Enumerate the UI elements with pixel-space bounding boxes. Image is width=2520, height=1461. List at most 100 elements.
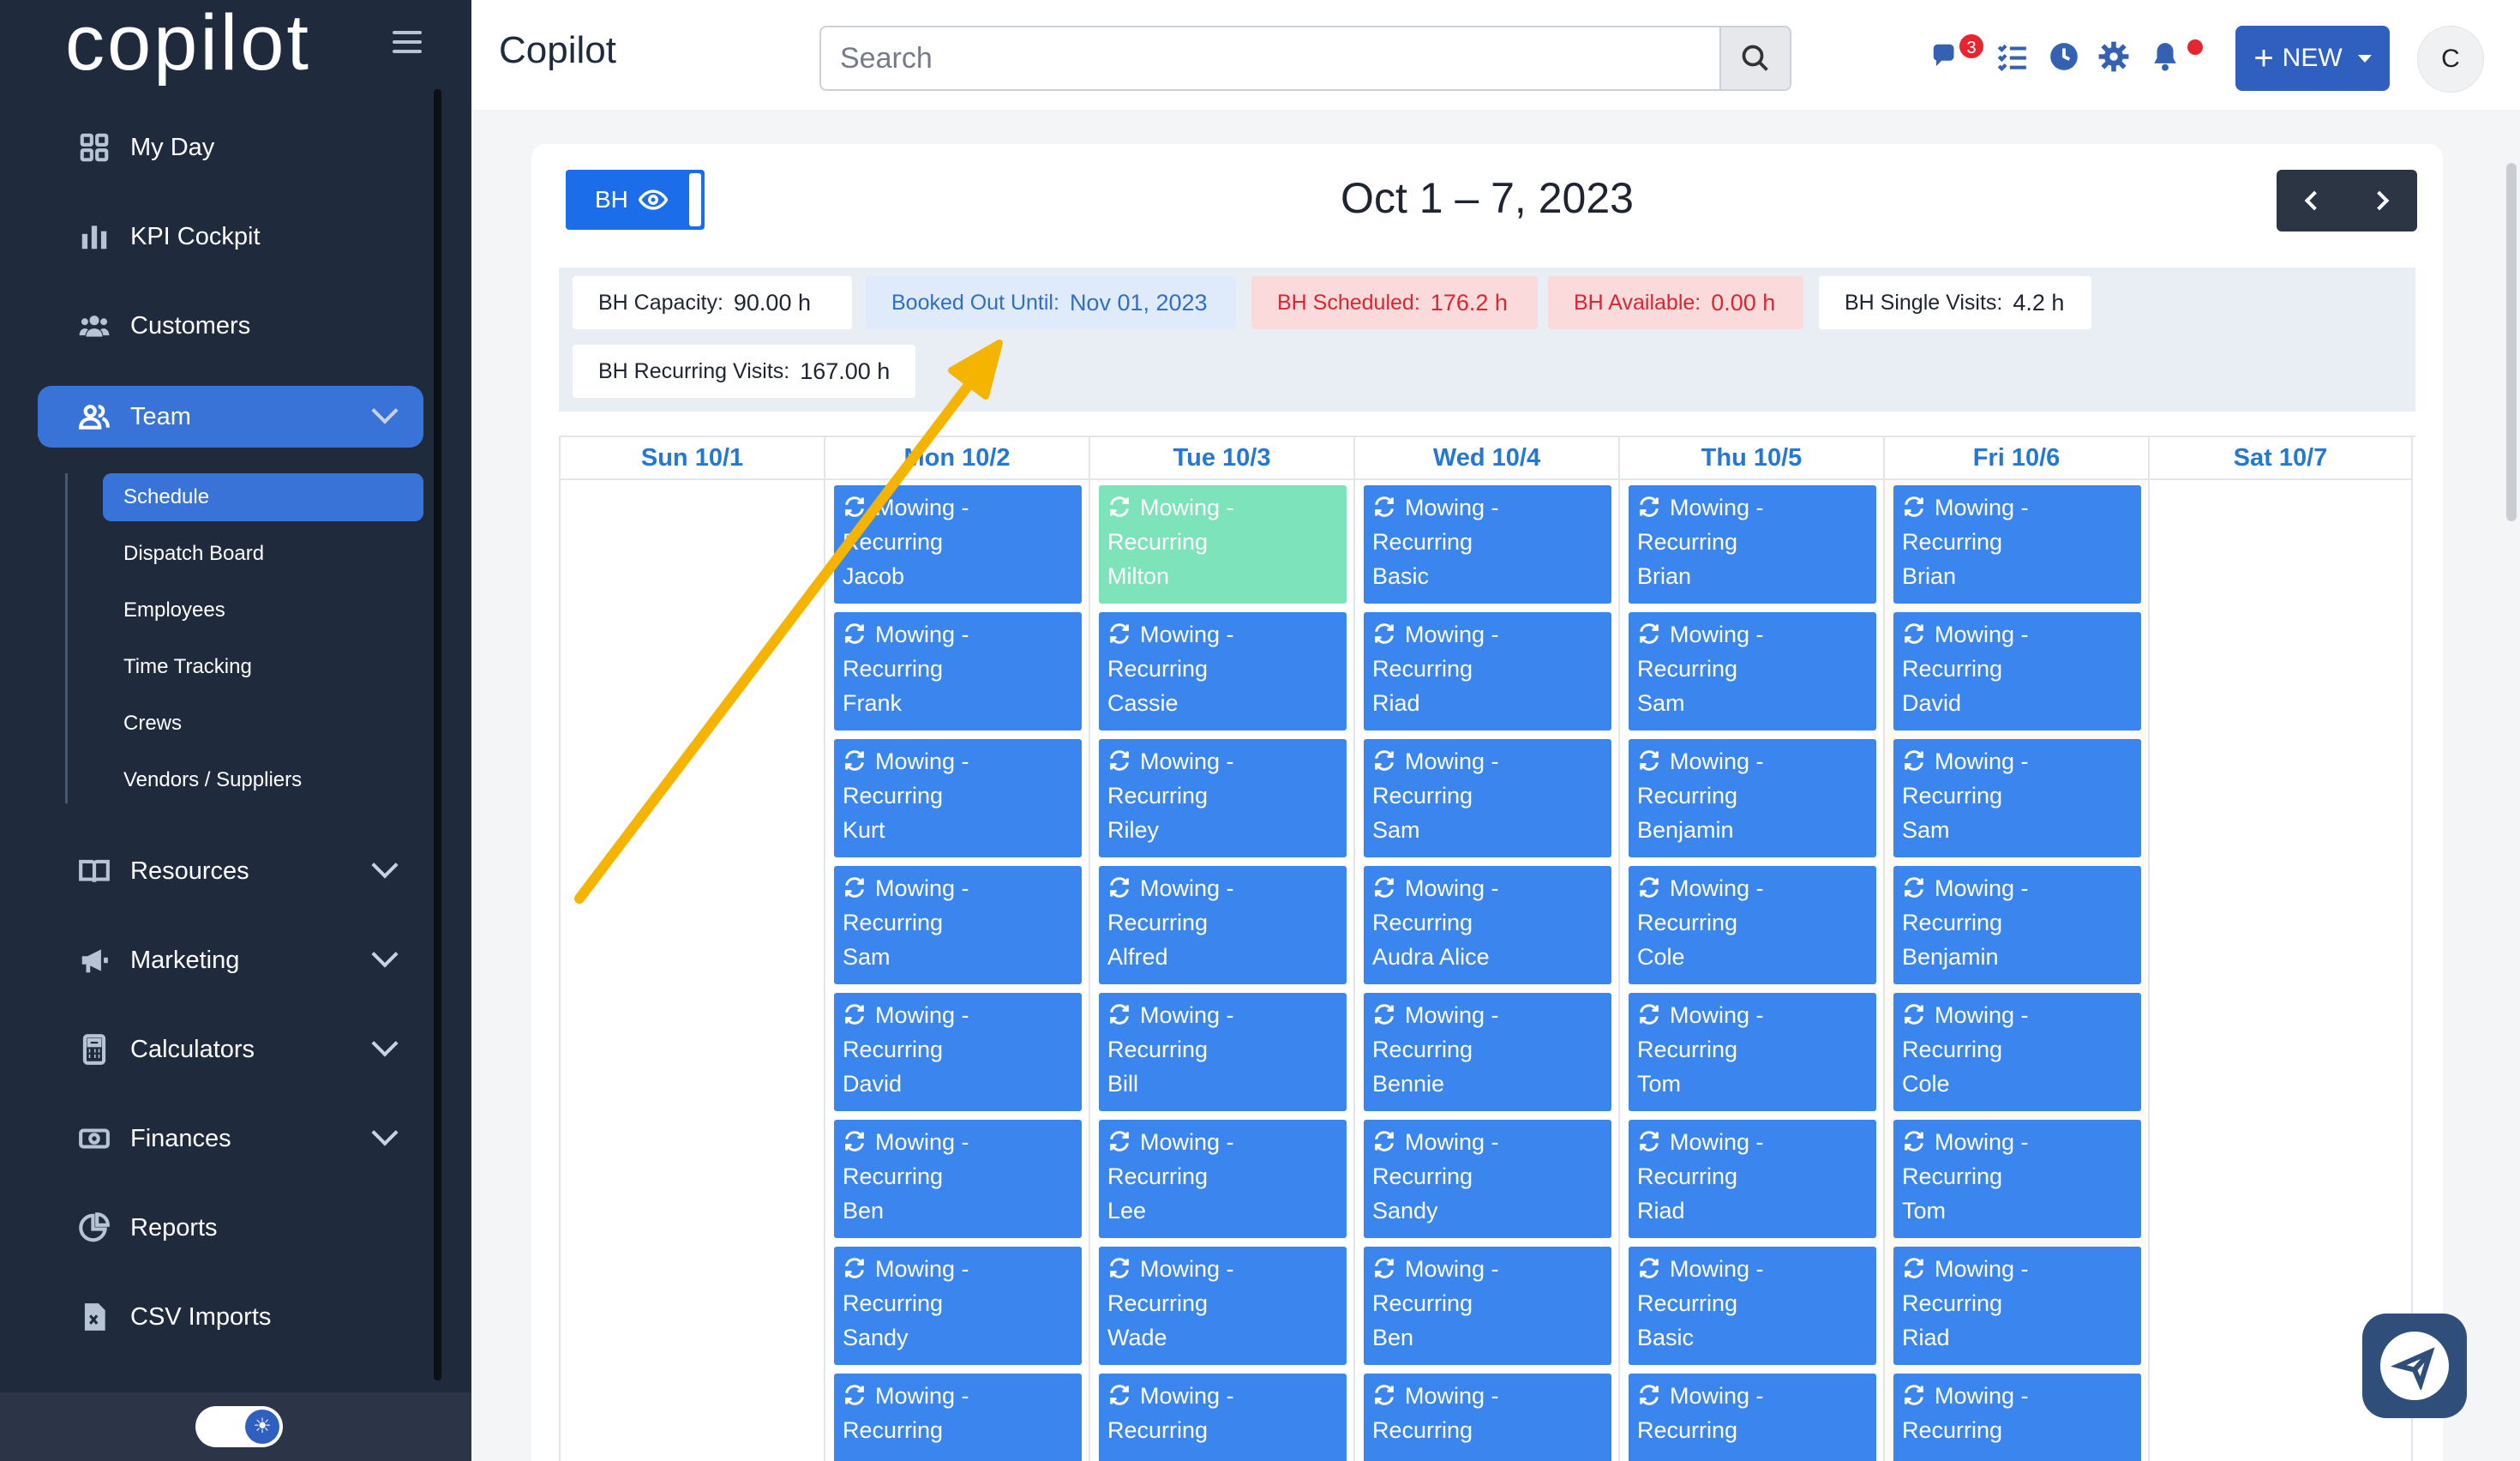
schedule-event[interactable]: Mowing - Recurring Audra Alice bbox=[1364, 866, 1611, 984]
schedule-event[interactable]: Mowing - Recurring Sam bbox=[1893, 739, 2141, 857]
day-header[interactable]: Thu 10/5 bbox=[1620, 437, 1883, 480]
schedule-event[interactable]: Mowing - Recurring Riley bbox=[1099, 739, 1347, 857]
copilot-logo[interactable]: copilot bbox=[65, 0, 311, 94]
day-body[interactable] bbox=[561, 480, 822, 1461]
prev-week-button[interactable] bbox=[2277, 170, 2347, 231]
schedule-event[interactable]: Mowing - Recurring Bennie bbox=[1364, 993, 1611, 1111]
schedule-event[interactable]: Mowing - Recurring Cole bbox=[1629, 866, 1876, 984]
sidebar-scrollbar[interactable] bbox=[434, 89, 441, 1380]
schedule-event[interactable]: Mowing - Recurring David bbox=[1893, 612, 2141, 730]
sidebar-subitem-employees[interactable]: Employees bbox=[103, 586, 423, 634]
schedule-event[interactable]: Mowing - Recurring Wade bbox=[1099, 1247, 1347, 1365]
avatar[interactable]: C bbox=[2417, 26, 2484, 93]
schedule-event[interactable]: Mowing - Recurring Lee bbox=[1099, 1120, 1347, 1238]
day-header[interactable]: Mon 10/2 bbox=[825, 437, 1089, 480]
schedule-event[interactable]: Mowing - Recurring bbox=[1629, 1374, 1876, 1461]
next-week-button[interactable] bbox=[2347, 170, 2417, 231]
schedule-event[interactable]: Mowing - Recurring David bbox=[834, 993, 1082, 1111]
schedule-event[interactable]: Mowing - Recurring Tom bbox=[1893, 1120, 2141, 1238]
hamburger-menu-icon[interactable] bbox=[393, 31, 422, 53]
day-header[interactable]: Fri 10/6 bbox=[1885, 437, 2148, 480]
event-title: Mowing - bbox=[1405, 1129, 1499, 1155]
bell-icon[interactable] bbox=[2148, 39, 2182, 74]
schedule-event[interactable]: Mowing - Recurring Alfred bbox=[1099, 866, 1347, 984]
event-customer: David bbox=[843, 1071, 903, 1097]
stat-bh-capacity: BH Capacity: 90.00 h bbox=[573, 276, 852, 329]
schedule-event[interactable]: Mowing - Recurring Sandy bbox=[1364, 1120, 1611, 1238]
event-title: Mowing - bbox=[1670, 1002, 1764, 1028]
sidebar-item-marketing[interactable]: Marketing bbox=[38, 929, 423, 991]
day-body[interactable]: Mowing - Recurring Brian Mowing - Recurring D… bbox=[1885, 480, 2146, 1461]
day-body[interactable]: Mowing - Recurring Brian Mowing - Recurring S… bbox=[1620, 480, 1881, 1461]
day-body[interactable]: Mowing - Recurring Basic Mowing - Recurring R… bbox=[1355, 480, 1617, 1461]
event-subtitle: Recurring bbox=[843, 1163, 944, 1189]
sidebar-item-kpi-cockpit[interactable]: KPI Cockpit bbox=[38, 206, 423, 268]
sidebar-item-customers[interactable]: Customers bbox=[38, 295, 423, 357]
schedule-event[interactable]: Mowing - Recurring Basic bbox=[1629, 1247, 1876, 1365]
schedule-event[interactable]: Mowing - Recurring Bill bbox=[1099, 993, 1347, 1111]
day-header[interactable]: Tue 10/3 bbox=[1090, 437, 1353, 480]
schedule-event[interactable]: Mowing - Recurring bbox=[1893, 1374, 2141, 1461]
schedule-event[interactable]: Mowing - Recurring Riad bbox=[1364, 612, 1611, 730]
schedule-event[interactable]: Mowing - Recurring Brian bbox=[1629, 485, 1876, 604]
clock-icon[interactable] bbox=[2047, 39, 2081, 74]
schedule-event[interactable]: Mowing - Recurring Tom bbox=[1629, 993, 1876, 1111]
day-body[interactable]: Mowing - Recurring Jacob Mowing - Recurring F… bbox=[825, 480, 1087, 1461]
gear-icon[interactable] bbox=[2097, 39, 2131, 74]
schedule-event[interactable]: Mowing - Recurring Milton bbox=[1099, 485, 1347, 604]
schedule-event[interactable]: Mowing - Recurring Sam bbox=[1364, 739, 1611, 857]
sidebar-item-calculators[interactable]: Calculators bbox=[38, 1019, 423, 1080]
schedule-event[interactable]: Mowing - Recurring Riad bbox=[1629, 1120, 1876, 1238]
sidebar-item-resources[interactable]: Resources bbox=[38, 840, 423, 902]
schedule-event[interactable]: Mowing - Recurring Cassie bbox=[1099, 612, 1347, 730]
search-input[interactable] bbox=[840, 39, 1663, 77]
schedule-event[interactable]: Mowing - Recurring bbox=[1364, 1374, 1611, 1461]
schedule-event[interactable]: Mowing - Recurring Basic bbox=[1364, 485, 1611, 604]
sidebar-subitem-crews[interactable]: Crews bbox=[103, 700, 423, 748]
event-title: Mowing - bbox=[1935, 1383, 2029, 1409]
schedule-event[interactable]: Mowing - Recurring Sandy bbox=[834, 1247, 1082, 1365]
sidebar-item-finances[interactable]: Finances bbox=[38, 1108, 423, 1169]
sidebar-subitem-dispatch-board[interactable]: Dispatch Board bbox=[103, 530, 423, 578]
chat-widget-button[interactable] bbox=[2362, 1314, 2467, 1418]
sidebar-subitem-time-tracking[interactable]: Time Tracking bbox=[103, 643, 423, 691]
schedule-event[interactable]: Mowing - Recurring Sam bbox=[1629, 612, 1876, 730]
schedule-event[interactable]: Mowing - Recurring Ben bbox=[1364, 1247, 1611, 1365]
new-button[interactable]: + NEW bbox=[2235, 26, 2390, 91]
schedule-event[interactable]: Mowing - Recurring Sam bbox=[834, 866, 1082, 984]
schedule-event[interactable]: Mowing - Recurring Brian bbox=[1893, 485, 2141, 604]
sidebar-item-my-day[interactable]: My Day bbox=[38, 117, 423, 178]
sidebar-subitem-vendors-suppliers[interactable]: Vendors / Suppliers bbox=[103, 756, 423, 804]
schedule-event[interactable]: Mowing - Recurring Benjamin bbox=[1629, 739, 1876, 857]
event-customer: Cassie bbox=[1107, 690, 1179, 716]
main-scrollbar[interactable] bbox=[2506, 163, 2517, 521]
schedule-event[interactable]: Mowing - Recurring bbox=[1099, 1374, 1347, 1461]
event-customer: Sam bbox=[1372, 817, 1420, 843]
schedule-event[interactable]: Mowing - Recurring Jacob bbox=[834, 485, 1082, 604]
theme-toggle[interactable]: ☀ bbox=[195, 1406, 283, 1447]
event-subtitle: Recurring bbox=[843, 1417, 944, 1443]
day-header[interactable]: Wed 10/4 bbox=[1355, 437, 1618, 480]
schedule-event[interactable]: Mowing - Recurring Cole bbox=[1893, 993, 2141, 1111]
day-header[interactable]: Sat 10/7 bbox=[2150, 437, 2411, 480]
chevron-down-icon bbox=[371, 851, 399, 879]
schedule-event[interactable]: Mowing - Recurring Ben bbox=[834, 1120, 1082, 1238]
day-header[interactable]: Sun 10/1 bbox=[561, 437, 824, 480]
schedule-event[interactable]: Mowing - Recurring Kurt bbox=[834, 739, 1082, 857]
event-subtitle: Recurring bbox=[1107, 529, 1209, 555]
sidebar-item-label: KPI Cockpit bbox=[130, 222, 261, 250]
event-title: Mowing - bbox=[1405, 1002, 1499, 1028]
task-list-icon[interactable] bbox=[1995, 39, 2030, 74]
schedule-event[interactable]: Mowing - Recurring Benjamin bbox=[1893, 866, 2141, 984]
sidebar-item-csv-imports[interactable]: CSV Imports bbox=[38, 1286, 423, 1348]
search-button[interactable] bbox=[1719, 27, 1790, 89]
day-body[interactable]: Mowing - Recurring Milton Mowing - Recurring… bbox=[1090, 480, 1352, 1461]
sidebar-item-team[interactable]: Team bbox=[38, 386, 423, 448]
schedule-event[interactable]: Mowing - Recurring bbox=[834, 1374, 1082, 1461]
schedule-event[interactable]: Mowing - Recurring Frank bbox=[834, 612, 1082, 730]
day-body[interactable] bbox=[2150, 480, 2411, 1461]
sidebar-item-reports[interactable]: Reports bbox=[38, 1197, 423, 1259]
sidebar-subitem-schedule[interactable]: Schedule bbox=[103, 473, 423, 521]
event-title: Mowing - bbox=[1935, 495, 2029, 520]
schedule-event[interactable]: Mowing - Recurring Riad bbox=[1893, 1247, 2141, 1365]
